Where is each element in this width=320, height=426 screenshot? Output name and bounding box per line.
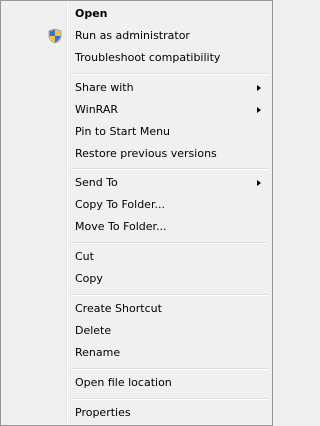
menu-item-share-with[interactable]: Share with	[3, 77, 270, 99]
menu-item-run-as-administrator[interactable]: Run as administrator	[3, 25, 270, 47]
menu-item-label: Pin to Start Menu	[75, 125, 171, 138]
menu-separator	[71, 168, 269, 170]
menu-separator	[71, 294, 269, 296]
menu-item-copy-to-folder[interactable]: Copy To Folder...	[3, 194, 270, 216]
menu-item-label: Copy To Folder...	[75, 198, 165, 211]
menu-item-troubleshoot-compatibility[interactable]: Troubleshoot compatibility	[3, 47, 270, 69]
menu-item-label: Properties	[75, 406, 131, 419]
menu-item-pin-to-start-menu[interactable]: Pin to Start Menu	[3, 121, 270, 143]
menu-item-label: Rename	[75, 346, 121, 359]
menu-item-label: Restore previous versions	[75, 147, 217, 160]
uac-shield-icon	[47, 28, 63, 44]
submenu-arrow-icon	[257, 107, 261, 113]
menu-separator	[71, 368, 269, 370]
menu-item-label: Create Shortcut	[75, 302, 162, 315]
menu-item-properties[interactable]: Properties	[3, 402, 270, 424]
menu-item-delete[interactable]: Delete	[3, 320, 270, 342]
menu-item-label: Open file location	[75, 376, 172, 389]
menu-item-label: Move To Folder...	[75, 220, 167, 233]
menu-separator	[71, 398, 269, 400]
menu-item-label: Copy	[75, 272, 103, 285]
submenu-arrow-icon	[257, 180, 261, 186]
menu-item-move-to-folder[interactable]: Move To Folder...	[3, 216, 270, 238]
menu-item-open-file-location[interactable]: Open file location	[3, 372, 270, 394]
submenu-arrow-icon	[257, 85, 261, 91]
menu-item-label: Send To	[75, 176, 118, 189]
menu-item-send-to[interactable]: Send To	[3, 172, 270, 194]
context-menu: Open Run as administrator Troubleshoot c…	[0, 0, 273, 426]
menu-item-label: Cut	[75, 250, 94, 263]
menu-item-label: Share with	[75, 81, 134, 94]
menu-item-label: Run as administrator	[75, 29, 190, 42]
menu-item-label: Open	[75, 7, 108, 20]
menu-item-open[interactable]: Open	[3, 3, 270, 25]
menu-item-cut[interactable]: Cut	[3, 246, 270, 268]
menu-separator	[71, 242, 269, 244]
menu-item-rename[interactable]: Rename	[3, 342, 270, 364]
menu-item-label: Delete	[75, 324, 112, 337]
menu-item-create-shortcut[interactable]: Create Shortcut	[3, 298, 270, 320]
menu-item-winrar[interactable]: WinRAR	[3, 99, 270, 121]
menu-item-copy[interactable]: Copy	[3, 268, 270, 290]
menu-item-label: Troubleshoot compatibility	[75, 51, 221, 64]
menu-item-restore-previous-versions[interactable]: Restore previous versions	[3, 143, 270, 165]
menu-item-label: WinRAR	[75, 103, 119, 116]
menu-separator	[71, 73, 269, 75]
